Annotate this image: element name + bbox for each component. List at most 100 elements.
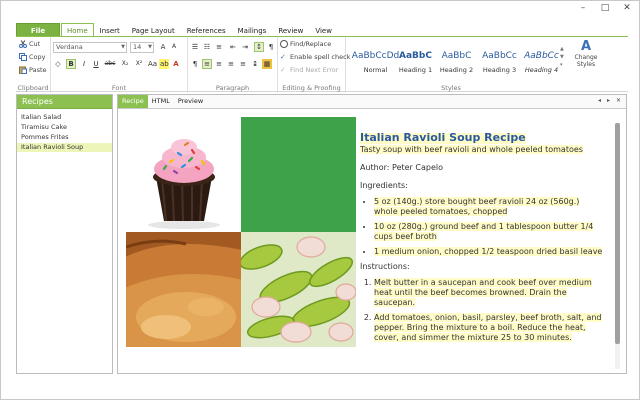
spell-check-button[interactable]: ✓ Enable spell check: [280, 53, 350, 61]
font-size-select[interactable]: 14 ▼: [130, 42, 154, 53]
font-family-value: Verdana: [56, 43, 83, 51]
align-center-icon[interactable]: ≡: [214, 59, 224, 69]
paragraph-mark-icon[interactable]: ¶: [190, 59, 200, 69]
ingredients-label: Ingredients:: [360, 181, 408, 190]
instruction-line: Melt butter in a saucepan and cook beef …: [374, 278, 592, 287]
tab-preview[interactable]: Preview: [174, 95, 207, 108]
list-item[interactable]: Tiramisu Cake: [17, 123, 112, 132]
sort-icon[interactable]: ↕: [254, 42, 264, 52]
justify-icon[interactable]: ≡: [238, 59, 248, 69]
ingredient-line: whole peeled tomatoes, chopped: [374, 207, 508, 216]
strikethrough-button[interactable]: abc: [103, 59, 117, 69]
tab-html[interactable]: HTML: [148, 95, 174, 108]
cut-button[interactable]: Cut: [19, 40, 40, 48]
list-item[interactable]: Pommes Frites: [17, 133, 112, 142]
instruction-line: saucepan.: [374, 298, 416, 307]
multilevel-list-icon[interactable]: ≡: [214, 42, 224, 52]
copy-label: Copy: [29, 53, 46, 61]
document-panel: Recipe HTML Preview ◂ ▸ ✕ Italian Raviol…: [117, 94, 627, 374]
vertical-scrollbar[interactable]: [615, 123, 620, 369]
change-case-icon[interactable]: Aa: [147, 59, 157, 69]
prev-doc-icon[interactable]: ◂: [598, 97, 601, 104]
instruction-line: pepper. Bring the mixture to a boil. Red…: [374, 323, 586, 332]
tab-file[interactable]: File: [16, 23, 60, 37]
green-tile: [241, 117, 356, 232]
tab-view[interactable]: View: [309, 23, 338, 37]
close-button[interactable]: ✕: [621, 3, 633, 13]
increase-indent-icon[interactable]: ⇥: [240, 42, 250, 52]
recipe-subtitle: Tasty soup with beef ravioli and whole p…: [360, 145, 583, 154]
paste-button[interactable]: Paste: [19, 66, 47, 74]
avocado-shrimp-image: [241, 232, 356, 347]
font-color-button[interactable]: A: [171, 59, 181, 69]
chevron-down-icon: ▼: [148, 44, 152, 50]
copy-button[interactable]: Copy: [19, 53, 46, 61]
ingredient-line: 5 oz (140g.) store bought beef ravioli 2…: [374, 197, 580, 206]
underline-button[interactable]: U: [91, 59, 101, 69]
clipboard-group: Cut Copy Paste Clipboard: [16, 37, 51, 93]
spell-check-label: Enable spell check: [290, 53, 351, 61]
ingredient-line: cups beef broth: [374, 232, 437, 241]
bold-button[interactable]: B: [66, 59, 76, 69]
align-right-icon[interactable]: ≡: [226, 59, 236, 69]
italic-button[interactable]: I: [79, 59, 89, 69]
bullets-icon[interactable]: ☰: [190, 42, 200, 52]
tab-insert[interactable]: Insert: [94, 23, 126, 37]
instruction-line: cover, and simmer the mixture 25 to 30 m…: [374, 333, 572, 342]
font-family-select[interactable]: Verdana ▼: [53, 42, 127, 53]
bread-image: [126, 232, 241, 347]
pilcrow-icon[interactable]: ¶: [266, 42, 276, 52]
instructions-label: Instructions:: [360, 262, 410, 271]
recipe-author: Author: Peter Capelo: [360, 163, 443, 172]
tab-references[interactable]: References: [181, 23, 232, 37]
list-item: 5 oz (140g.) store bought beef ravioli 2…: [374, 197, 610, 217]
shrink-font-button[interactable]: A: [169, 42, 179, 52]
scrollbar-thumb[interactable]: [615, 123, 620, 344]
tab-home[interactable]: Home: [61, 23, 94, 37]
recipe-title: Italian Ravioli Soup Recipe: [360, 133, 526, 144]
app-window: – □ ✕ File Home Insert Page Layout Refer…: [0, 0, 640, 400]
chevron-down-icon: ▼: [121, 44, 125, 50]
line-spacing-icon[interactable]: ↨: [250, 59, 260, 69]
paste-label: Paste: [29, 66, 47, 74]
list-item[interactable]: Italian Salad: [17, 113, 112, 122]
maximize-button[interactable]: □: [599, 3, 611, 13]
next-doc-icon[interactable]: ▸: [607, 97, 610, 104]
close-doc-icon[interactable]: ✕: [616, 97, 621, 104]
change-styles-label: Change Styles: [574, 54, 598, 68]
editing-group-label: Editing & Proofing: [282, 84, 341, 92]
clear-format-icon[interactable]: ◇: [53, 59, 63, 69]
tab-review[interactable]: Review: [272, 23, 309, 37]
tab-page-layout[interactable]: Page Layout: [126, 23, 181, 37]
instruction-line: heat until the beef becomes browned. Dra…: [374, 288, 567, 297]
tab-recipe[interactable]: Recipe: [118, 95, 148, 108]
superscript-button[interactable]: X²: [133, 59, 145, 69]
highlight-icon[interactable]: ab: [159, 59, 169, 69]
decrease-indent-icon[interactable]: ⇤: [228, 42, 238, 52]
change-styles-button[interactable]: A Change Styles: [570, 39, 602, 69]
document-controls: ◂ ▸ ✕: [598, 97, 621, 104]
font-size-value: 14: [133, 43, 142, 51]
shading-icon[interactable]: ▦: [262, 59, 272, 69]
find-replace-button[interactable]: Find/Replace: [280, 40, 331, 48]
styles-group: AaBbCcDd Normal AaBbC Heading 1 AaBbC He…: [346, 37, 628, 93]
recipe-image-collage: [126, 117, 356, 347]
editing-group: Find/Replace ✓ Enable spell check ✓ Find…: [278, 37, 350, 93]
paragraph-group-label: Paragraph: [215, 84, 250, 92]
tab-mailings[interactable]: Mailings: [232, 23, 273, 37]
find-next-error-button[interactable]: ✓ Find Next Error: [280, 66, 338, 74]
list-item: Add tomatoes, onion, basil, parsley, bee…: [374, 313, 610, 343]
subscript-button[interactable]: X₂: [119, 59, 131, 69]
instructions-list: Melt butter in a saucepan and cook beef …: [360, 278, 610, 343]
minimize-button[interactable]: –: [577, 3, 589, 13]
ribbon-tabs: File Home Insert Page Layout References …: [16, 23, 338, 37]
font-group: Verdana ▼ 14 ▼ A A ◇ B I U abc X₂ X² Aa ab…: [51, 37, 188, 93]
change-styles-icon: A: [580, 39, 592, 54]
list-item[interactable]: Italian Ravioli Soup: [17, 143, 112, 152]
grow-font-button[interactable]: A: [158, 42, 168, 52]
numbering-icon[interactable]: ☷: [202, 42, 212, 52]
recipe-text[interactable]: Italian Ravioli Soup Recipe Tasty soup w…: [360, 133, 610, 369]
styles-scroll[interactable]: ▲ ▼ ▾: [560, 45, 564, 69]
align-left-icon[interactable]: ≡: [202, 59, 212, 69]
scissors-icon: [19, 40, 27, 48]
